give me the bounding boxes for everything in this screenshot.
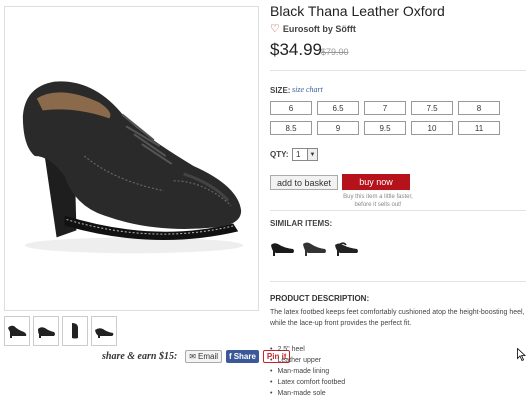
size-option[interactable]: 9 — [317, 121, 359, 135]
similar-item-1[interactable] — [270, 236, 296, 258]
list-item: Man-made sole — [270, 388, 345, 399]
buy-now-button[interactable]: buy now — [342, 174, 410, 190]
size-label: SIZE: — [270, 86, 291, 95]
brand-name[interactable]: Eurosoft by Söfft — [283, 24, 356, 34]
divider — [270, 70, 526, 71]
original-price: $79.00 — [321, 47, 349, 57]
quantity-value: 1 — [296, 150, 301, 159]
size-option[interactable]: 7 — [364, 101, 406, 115]
email-share-label: Email — [198, 352, 219, 361]
size-option[interactable]: 8.5 — [270, 121, 312, 135]
product-description-text: The latex footbed keeps feet comfortably… — [270, 309, 525, 327]
thumbnail-4[interactable] — [91, 316, 117, 346]
sale-price: $34.99 — [270, 40, 322, 59]
quantity-select[interactable]: 1 ▼ — [292, 148, 318, 161]
size-options: 6 6.5 7 7.5 8 8.5 9 9.5 10 11 — [270, 101, 500, 135]
size-option[interactable]: 9.5 — [364, 121, 406, 135]
size-option[interactable]: 6 — [270, 101, 312, 115]
facebook-icon: f — [229, 352, 232, 361]
email-share-button[interactable]: ✉ Email — [185, 350, 223, 363]
add-to-basket-button[interactable]: add to basket — [270, 175, 338, 190]
list-item: Man-made lining — [270, 366, 345, 377]
main-product-image[interactable] — [4, 6, 259, 311]
share-row: share & earn $15: ✉ Email f Share Pin it — [102, 350, 291, 363]
similar-items — [270, 236, 360, 258]
quantity-label: QTY: — [270, 150, 289, 159]
facebook-share-button[interactable]: f Share — [226, 350, 259, 363]
share-earn-text: share & earn $15: — [102, 351, 178, 362]
chevron-down-icon: ▼ — [307, 149, 317, 160]
thumbnail-strip — [4, 316, 117, 346]
similar-items-label: SIMILAR ITEMS: — [270, 219, 333, 228]
list-item: 2.5" heel — [270, 344, 345, 355]
size-option[interactable]: 11 — [458, 121, 500, 135]
facebook-share-label: Share — [233, 352, 256, 361]
size-option[interactable]: 6.5 — [317, 101, 359, 115]
thumbnail-3[interactable] — [62, 316, 88, 346]
thumbnail-1[interactable] — [4, 316, 30, 346]
buy-now-note: Buy this item a little faster, before it… — [343, 194, 413, 208]
feature-list: 2.5" heel Leather upper Man-made lining … — [270, 344, 345, 399]
heart-icon[interactable]: ♡ — [270, 22, 280, 35]
size-option[interactable]: 7.5 — [411, 101, 453, 115]
divider — [270, 281, 526, 282]
product-description-title: PRODUCT DESCRIPTION: — [270, 294, 370, 303]
size-chart-link[interactable]: size chart — [292, 85, 323, 94]
list-item: Latex comfort footbed — [270, 377, 345, 388]
product-title: Black Thana Leather Oxford — [270, 3, 445, 19]
email-icon: ✉ — [189, 352, 196, 361]
size-option[interactable]: 10 — [411, 121, 453, 135]
mouse-cursor-icon — [517, 348, 526, 361]
thumbnail-2[interactable] — [33, 316, 59, 346]
divider — [270, 210, 526, 211]
brand-row: ♡ Eurosoft by Söfft — [270, 22, 356, 35]
size-option[interactable]: 8 — [458, 101, 500, 115]
list-item: Leather upper — [270, 355, 345, 366]
similar-item-3[interactable] — [334, 236, 360, 258]
similar-item-2[interactable] — [302, 236, 328, 258]
